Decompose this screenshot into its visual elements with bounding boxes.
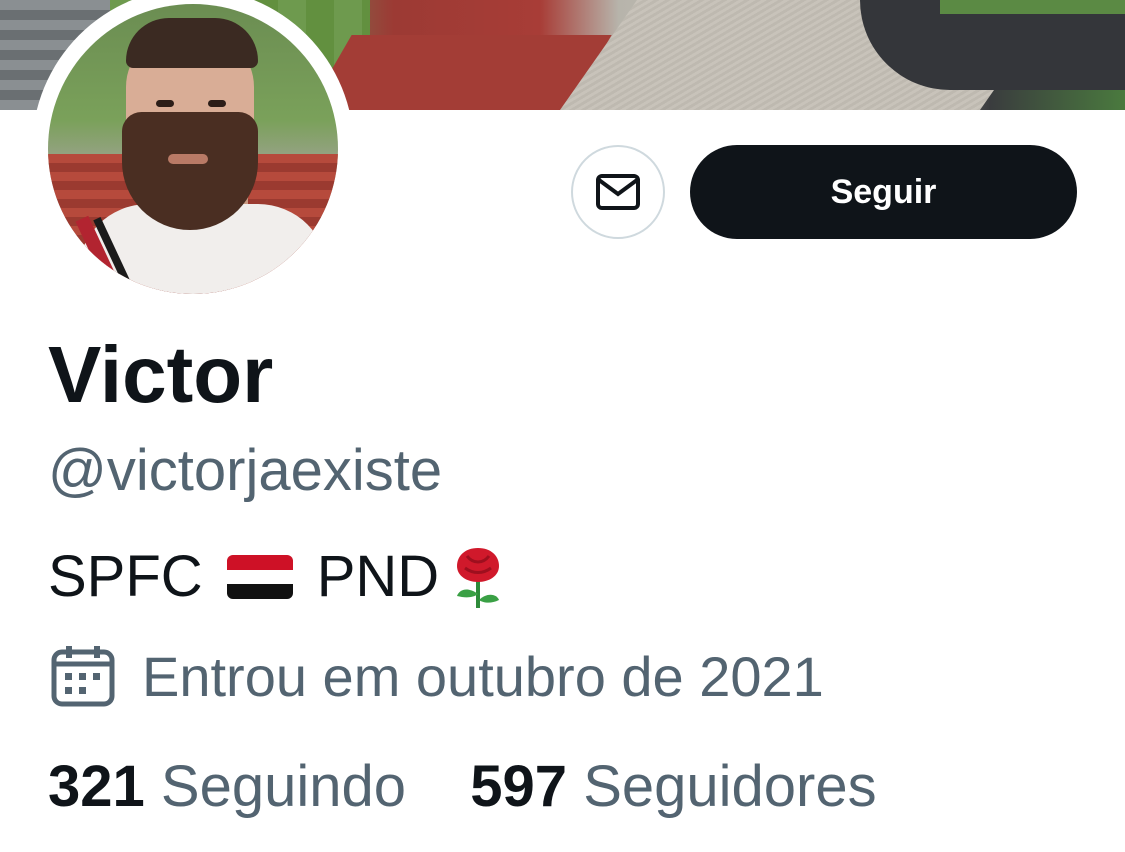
avatar[interactable] [32, 0, 354, 310]
envelope-icon [596, 174, 640, 210]
username-handle: @victorjaexiste [48, 438, 443, 503]
following-count: 321 [48, 754, 145, 819]
message-button[interactable] [571, 145, 665, 239]
joined-text: Entrou em outubro de 2021 [142, 645, 824, 708]
rose-icon [457, 548, 500, 608]
flag-icon [226, 555, 293, 599]
calendar-icon [51, 646, 115, 707]
joined-date: Entrou em outubro de 2021 [48, 642, 824, 712]
profile-bio: SPFC PND [48, 542, 513, 612]
banner-grass [940, 0, 1125, 14]
following-label: Seguindo [160, 754, 407, 819]
bio-text-spfc: SPFC [48, 544, 203, 609]
follow-button[interactable]: Seguir [690, 145, 1077, 239]
followers-link[interactable]: 597 Seguidores [470, 754, 876, 819]
followers-label: Seguidores [583, 754, 877, 819]
follow-stats: 321 Seguindo 597 Seguidores [48, 752, 877, 822]
following-link[interactable]: 321 Seguindo [48, 754, 422, 819]
followers-count: 597 [470, 754, 568, 819]
display-name: Victor [48, 330, 274, 419]
bio-text-pnd: PND [316, 544, 440, 609]
banner-track [308, 35, 612, 110]
avatar-image [48, 4, 338, 294]
